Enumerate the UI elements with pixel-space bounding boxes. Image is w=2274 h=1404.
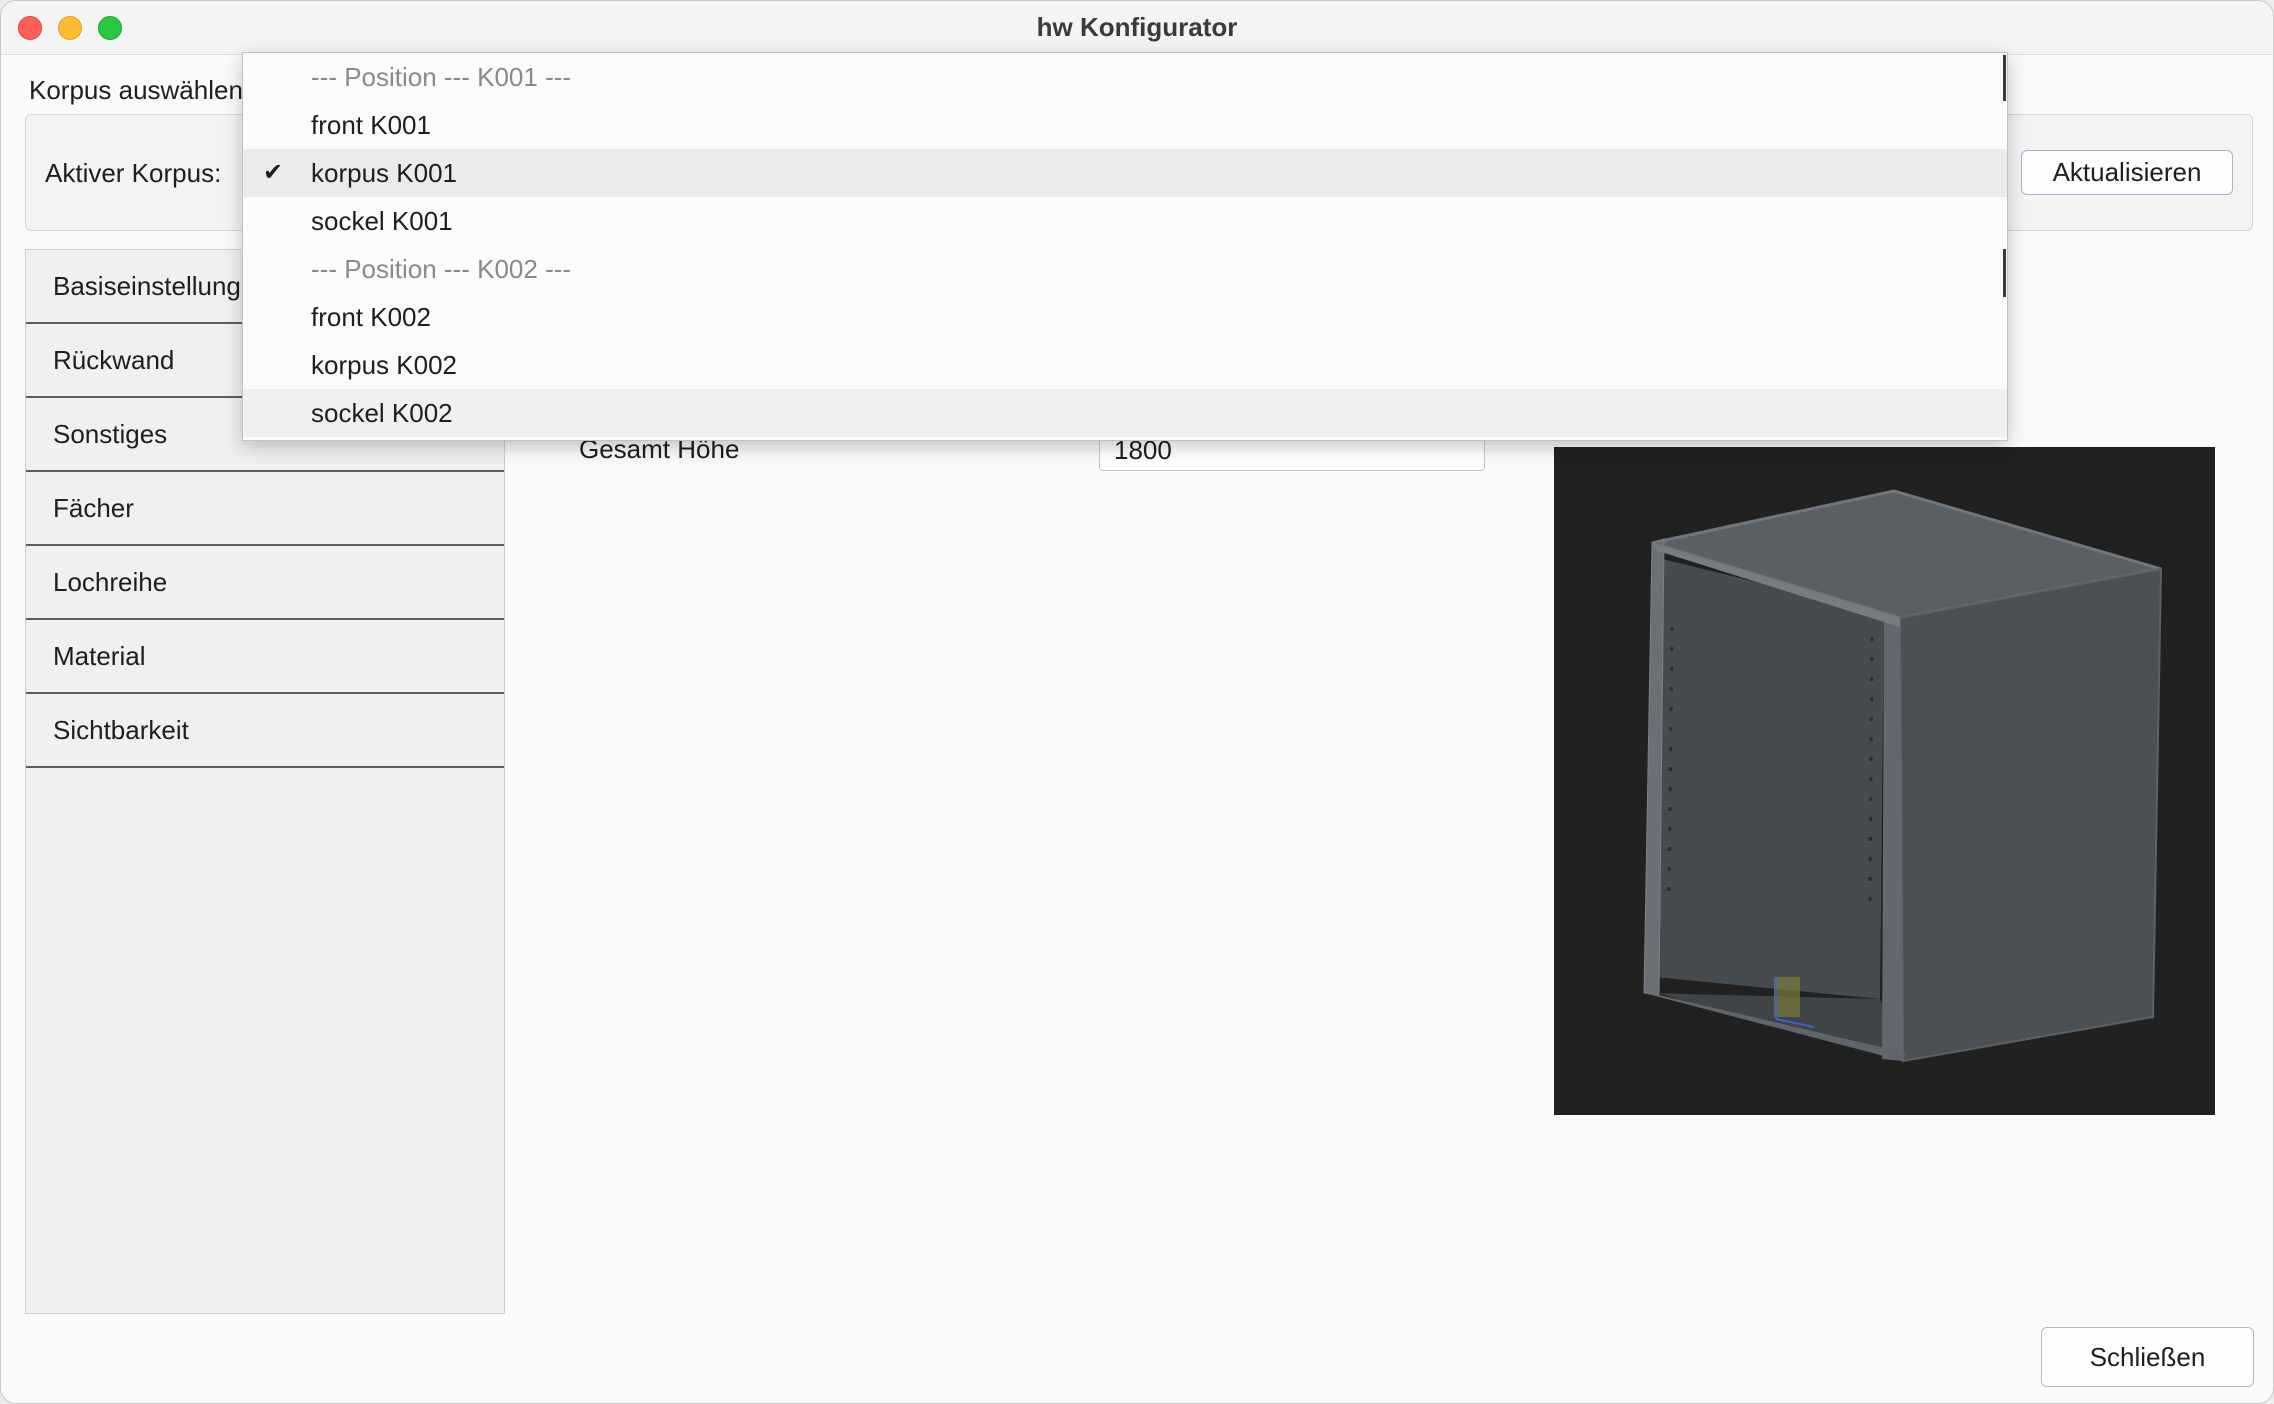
tab-lochreihe[interactable]: Lochreihe	[26, 546, 504, 620]
korpus-group-label: Korpus auswählen	[29, 75, 243, 105]
dropdown-scrollbar-thumb[interactable]	[2003, 249, 2006, 297]
tab-sichtbarkeit[interactable]: Sichtbarkeit	[26, 694, 504, 768]
dropdown-scrollbar-top[interactable]	[2003, 55, 2006, 101]
close-button[interactable]: Schließen	[2041, 1327, 2254, 1387]
dropdown-option-sockel-k001[interactable]: sockel K001	[243, 197, 2007, 245]
3d-preview-viewport[interactable]	[1554, 447, 2215, 1115]
dropdown-option-front-k002[interactable]: front K002	[243, 293, 2007, 341]
window-title: hw Konfigurator	[1036, 12, 1238, 42]
dropdown-option-korpus-k001[interactable]: ✔ korpus K001	[243, 149, 2007, 197]
dropdown-option-front-k001[interactable]: front K001	[243, 101, 2007, 149]
dropdown-option-korpus-k002[interactable]: korpus K002	[243, 341, 2007, 389]
active-korpus-label: Aktiver Korpus:	[45, 158, 222, 188]
checkmark-icon: ✔	[263, 159, 284, 186]
tab-faecher[interactable]: Fächer	[26, 472, 504, 546]
korpus-dropdown-list[interactable]: --- Position --- K001 --- front K001 ✔ k…	[242, 52, 2008, 441]
title-bar: hw Konfigurator	[1, 1, 2273, 55]
dropdown-header-k001: --- Position --- K001 ---	[311, 62, 572, 92]
refresh-button[interactable]: Aktualisieren	[2021, 150, 2233, 195]
cabinet-3d-render	[1643, 489, 2163, 1063]
app-window: hw Konfigurator Korpus auswählen Aktiver…	[0, 0, 2274, 1404]
dropdown-header-k002: --- Position --- K002 ---	[311, 254, 572, 284]
tab-material[interactable]: Material	[26, 620, 504, 694]
dropdown-option-label: korpus K001	[311, 158, 457, 188]
dropdown-option-sockel-k002[interactable]: sockel K002	[243, 389, 2007, 437]
